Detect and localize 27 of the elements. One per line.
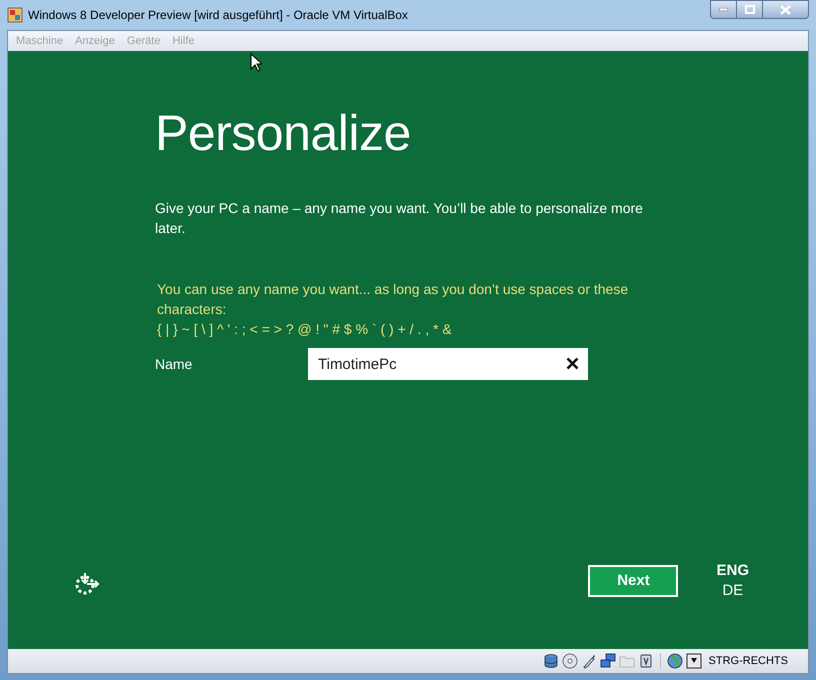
name-field[interactable]: TimotimePc [308, 348, 588, 380]
app-icon [7, 7, 23, 23]
hard-disk-icon[interactable] [542, 653, 559, 669]
globe-icon[interactable] [666, 653, 683, 669]
language-option[interactable]: DE [722, 581, 744, 601]
close-icon [780, 4, 791, 14]
language-option[interactable]: ENG [716, 561, 749, 581]
naming-rules-text: You can use any name you want... as long as you don’t use spaces or these characters: [157, 280, 630, 319]
clear-icon[interactable] [566, 357, 579, 370]
mouse-cursor-icon [250, 53, 262, 72]
next-button[interactable]: Next [588, 565, 678, 597]
minimize-button[interactable] [710, 0, 737, 19]
disc-icon[interactable] [562, 653, 578, 669]
host-key-label: STRG-RECHTS [708, 654, 788, 669]
usb-plug-icon[interactable] [580, 653, 597, 669]
window-title: Windows 8 Developer Preview [wird ausgeführt] - Oracle VM VirtualBox [28, 7, 408, 24]
maximize-button[interactable] [737, 0, 763, 19]
close-button[interactable] [763, 0, 809, 19]
name-label: Name [155, 354, 194, 374]
minimize-icon [719, 8, 728, 11]
page-heading: Personalize [155, 104, 411, 163]
forbidden-characters: { | } ~ [ \ ] ^ ' : ; < = > ? @ ! " # $ % ` ( ) + / . , * & [157, 320, 452, 339]
chip-icon[interactable] [638, 653, 654, 669]
maximize-icon [744, 5, 754, 14]
network-icon[interactable] [600, 653, 616, 669]
intro-text: Give your PC a name – any name you want. You’ll be able to personalize more later. [155, 199, 644, 238]
accessibility-icon[interactable] [73, 571, 101, 597]
